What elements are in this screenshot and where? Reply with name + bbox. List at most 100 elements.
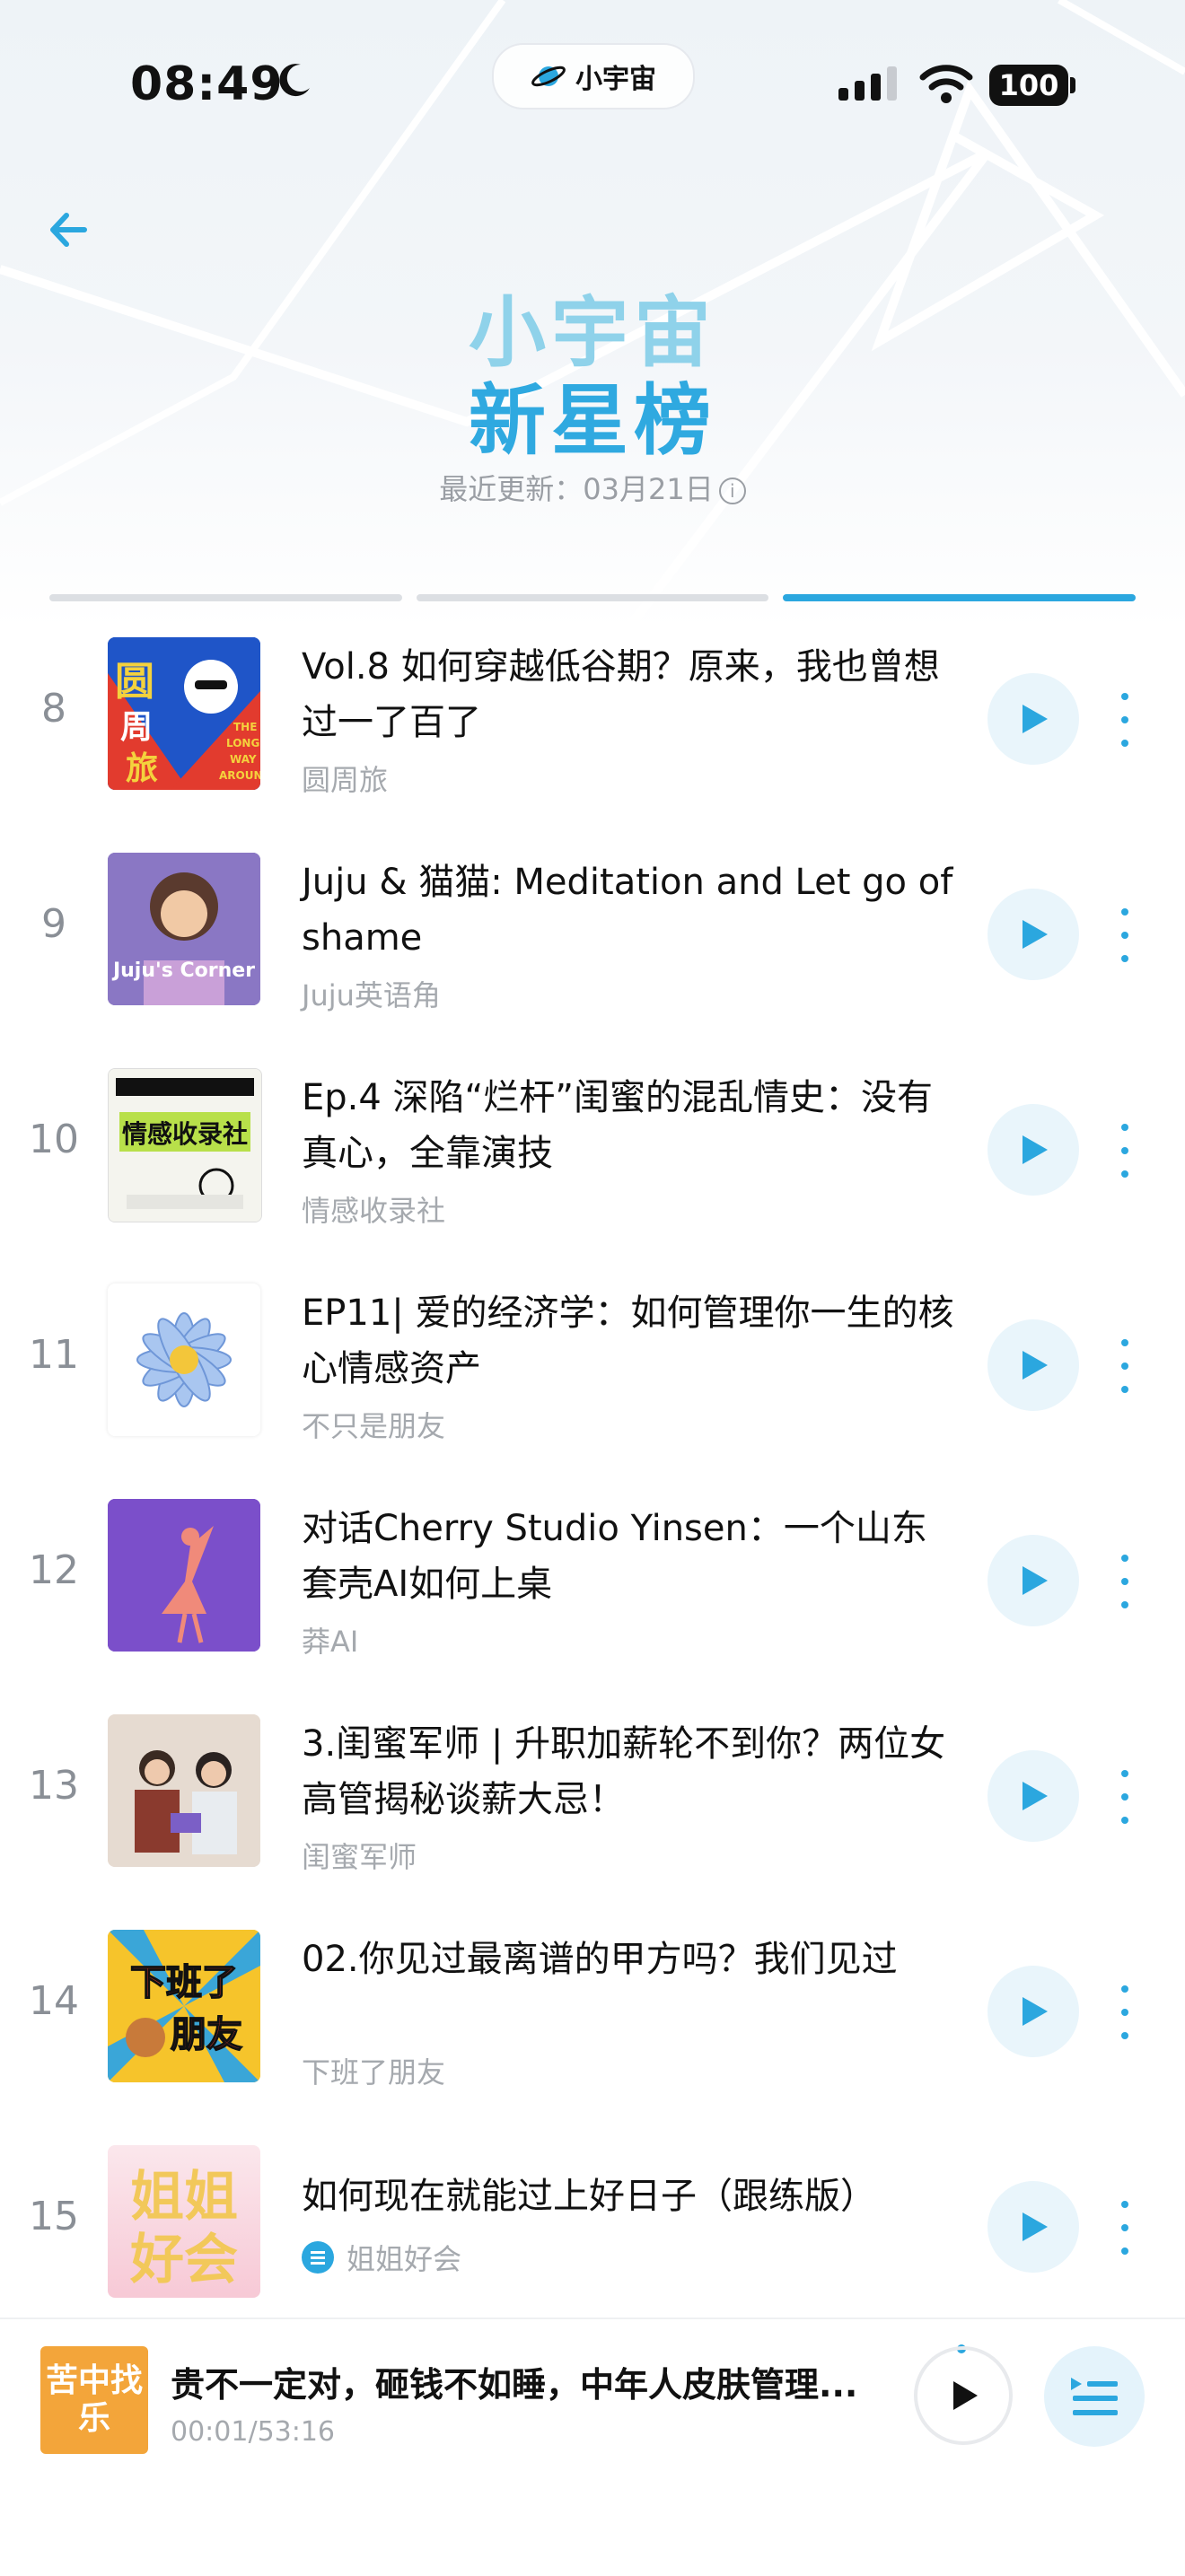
svg-text:WAY: WAY <box>230 753 257 766</box>
player-play-button[interactable] <box>914 2346 1013 2445</box>
rank-number: 13 <box>29 1763 79 1809</box>
episode-title[interactable]: Ep.4 深陷“烂杆”闺蜜的混乱情史：没有真心，全靠演技 <box>302 1070 957 1181</box>
play-icon <box>953 2381 978 2410</box>
play-button[interactable] <box>988 1104 1079 1196</box>
show-name[interactable]: 下班了朋友 <box>302 2050 445 2091</box>
play-button[interactable] <box>988 1966 1079 2057</box>
tab-indicator-2[interactable] <box>416 594 769 601</box>
play-button[interactable] <box>988 2181 1079 2273</box>
episode-title[interactable]: Juju & 猫猫: Meditation and Let go of sham… <box>302 854 957 966</box>
play-icon <box>1023 1566 1048 1595</box>
more-options-icon[interactable] <box>1110 1339 1140 1393</box>
rank-number: 14 <box>29 1978 79 2024</box>
list-item[interactable]: 11 EP11| 爱的经济学：如何管理你一生的核心情感资产 不只是朋友 <box>0 1275 1185 1490</box>
cover-image: 圆 周 旅 THE LONG WAY AROUND <box>108 637 260 790</box>
app-island-pill[interactable]: 小宇宙 <box>492 43 695 110</box>
player-episode-title[interactable]: 贵不一定对，砸钱不如睡，中年人皮肤管理... <box>171 2357 889 2406</box>
mini-player[interactable]: 苦中找乐 贵不一定对，砸钱不如睡，中年人皮肤管理... 00:01/53:16 <box>0 2318 1185 2576</box>
player-progress-time: 00:01/53:16 <box>171 2416 336 2448</box>
back-arrow-icon[interactable] <box>45 203 99 257</box>
svg-text:Juju's Corner: Juju's Corner <box>111 959 255 982</box>
show-name[interactable]: 不只是朋友 <box>302 1404 445 1445</box>
playlist-icon <box>1071 2378 1118 2415</box>
rank-number: 10 <box>29 1117 79 1162</box>
show-name[interactable]: 情感收录社 <box>302 1188 445 1230</box>
play-icon <box>1023 1351 1048 1380</box>
dancer-art <box>108 1499 260 1652</box>
play-icon <box>1023 1997 1048 2026</box>
island-label: 小宇宙 <box>575 64 656 95</box>
play-icon <box>1023 920 1048 949</box>
show-name[interactable]: 闺蜜军师 <box>302 1835 417 1876</box>
play-icon <box>1023 1135 1048 1164</box>
svg-text:下班了: 下班了 <box>130 1962 238 2003</box>
cover-image: 下班了 朋友 <box>108 1930 260 2082</box>
play-button[interactable] <box>988 889 1079 980</box>
cover-art: 姐姐 好会 <box>129 2166 238 2291</box>
play-button[interactable] <box>988 1535 1079 1626</box>
playlist-badge-icon <box>302 2241 334 2274</box>
episode-title[interactable]: EP11| 爱的经济学：如何管理你一生的核心情感资产 <box>302 1285 957 1397</box>
list-item[interactable]: 10 情感收录社 Ep.4 深陷“烂杆”闺蜜的混乱情史：没有真心，全靠演技 情感… <box>0 1059 1185 1275</box>
battery-indicator: 100 <box>989 65 1068 106</box>
status-time: 08:49 <box>130 57 284 111</box>
episode-title[interactable]: 3.闺蜜军师 | 升职加薪轮不到你？两位女高管揭秘谈薪大忌！ <box>302 1716 957 1827</box>
list-item[interactable]: 13 3.闺蜜军师 | 升职加薪轮不到你？两位女高管揭秘谈薪大忌！ 闺蜜军师 <box>0 1705 1185 1921</box>
planet-icon <box>531 66 566 87</box>
tab-indicator-1[interactable] <box>49 594 402 601</box>
svg-text:LONG: LONG <box>226 737 259 749</box>
svg-text:THE: THE <box>233 721 257 733</box>
list-item[interactable]: 12 对话Cherry Studio Yinsen：一个山东套壳AI如何上桌 莽… <box>0 1490 1185 1705</box>
playlist-button[interactable] <box>1044 2346 1145 2447</box>
svg-text:AROUND: AROUND <box>219 769 260 782</box>
list-item[interactable]: 8 圆 周 旅 THE LONG WAY AROUND Vol.8 如何穿越低谷… <box>0 628 1185 844</box>
cellular-signal-icon <box>838 66 897 101</box>
show-row[interactable]: 姐姐好会 <box>302 2237 461 2278</box>
rank-number: 15 <box>29 2194 79 2239</box>
more-options-icon[interactable] <box>1110 908 1140 962</box>
ranking-tabs <box>49 594 1137 601</box>
svg-text:旅: 旅 <box>126 750 158 787</box>
cover-art: 圆 周 旅 THE LONG WAY AROUND <box>108 637 260 790</box>
svg-text:圆: 圆 <box>115 659 154 705</box>
episode-title[interactable]: 如何现在就能过上好日子（跟练版） <box>302 2169 957 2224</box>
more-options-icon[interactable] <box>1110 1124 1140 1178</box>
cover-art: 情感收录社 <box>109 1069 261 1222</box>
play-icon <box>1023 1782 1048 1810</box>
show-name[interactable]: Juju英语角 <box>302 973 441 1014</box>
hosts-photo <box>108 1714 260 1867</box>
more-options-icon[interactable] <box>1110 693 1140 747</box>
wifi-icon <box>919 65 973 103</box>
show-name: 姐姐好会 <box>347 2242 462 2276</box>
more-options-icon[interactable] <box>1110 1985 1140 2039</box>
cover-image <box>108 1284 260 1436</box>
cover-art: Juju's Corner <box>108 853 260 1005</box>
battery-tip <box>1070 77 1075 93</box>
show-name[interactable]: 莽AI <box>302 1619 358 1660</box>
cover-image: 情感收录社 <box>108 1068 262 1222</box>
more-options-icon[interactable] <box>1110 1555 1140 1608</box>
cover-image <box>108 1714 260 1867</box>
cover-art: 下班了 朋友 <box>108 1930 260 2082</box>
play-button[interactable] <box>988 1750 1079 1842</box>
svg-text:姐姐: 姐姐 <box>130 2166 238 2229</box>
cover-image <box>108 1499 260 1652</box>
episode-title[interactable]: Vol.8 如何穿越低谷期？原来，我也曾想过一了百了 <box>302 639 957 750</box>
play-button[interactable] <box>988 1319 1079 1411</box>
tab-indicator-3[interactable] <box>783 594 1137 601</box>
player-cover[interactable]: 苦中找乐 <box>40 2346 148 2454</box>
rank-number: 8 <box>41 686 66 732</box>
more-options-icon[interactable] <box>1110 2201 1140 2255</box>
updated-label: 最近更新： <box>439 472 584 506</box>
list-item[interactable]: 14 下班了 朋友 02.你见过最离谱的甲方吗？我们见过 下班了朋友 <box>0 1921 1185 2136</box>
list-item[interactable]: 9 Juju's Corner Juju & 猫猫: Meditation an… <box>0 844 1185 1059</box>
svg-text:好会: 好会 <box>129 2229 238 2291</box>
show-name[interactable]: 圆周旅 <box>302 758 388 799</box>
rank-number: 11 <box>29 1332 79 1378</box>
info-icon[interactable]: i <box>718 478 746 504</box>
more-options-icon[interactable] <box>1110 1770 1140 1824</box>
play-button[interactable] <box>988 673 1079 765</box>
episode-title[interactable]: 对话Cherry Studio Yinsen：一个山东套壳AI如何上桌 <box>302 1501 957 1612</box>
episode-title[interactable]: 02.你见过最离谱的甲方吗？我们见过 <box>302 1932 957 1987</box>
svg-text:朋友: 朋友 <box>171 2014 242 2055</box>
